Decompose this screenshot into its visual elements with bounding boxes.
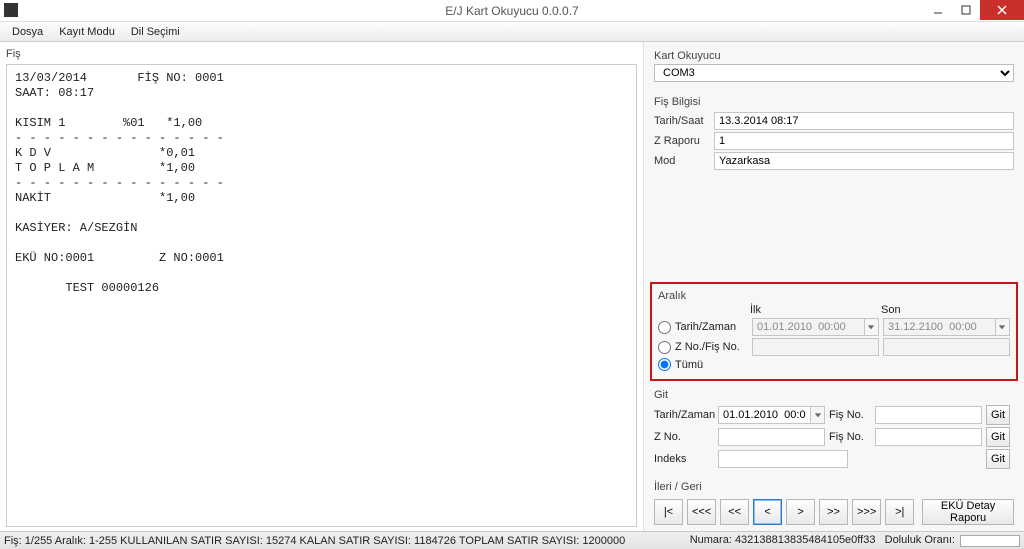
- menu-file[interactable]: Dosya: [4, 24, 51, 40]
- fis-bilgisi-title: Fiş Bilgisi: [654, 94, 1014, 110]
- fis-bilgisi-group: Fiş Bilgisi Tarih/Saat Z Raporu Mod: [650, 92, 1018, 178]
- status-fill-label: Doluluk Oranı:: [885, 534, 955, 546]
- git-fisno-field-2[interactable]: [875, 428, 982, 446]
- nav-fwd3-button[interactable]: >>>: [852, 499, 881, 525]
- status-fill-bar: [960, 535, 1020, 547]
- aralik-radio-all[interactable]: Tümü: [658, 358, 748, 371]
- fis-zreport-label: Z Raporu: [654, 135, 714, 147]
- fis-mode-label: Mod: [654, 155, 714, 167]
- git-fisno-label-1: Fiş No.: [829, 409, 871, 421]
- menubar: Dosya Kayıt Modu Dil Seçimi: [0, 22, 1024, 42]
- status-number-label: Numara:: [690, 534, 732, 546]
- menu-language[interactable]: Dil Seçimi: [123, 24, 188, 40]
- git-group: Git Tarih/Zaman Fiş No. Git Z No. Fiş No…: [650, 385, 1018, 473]
- receipt-section-title: Fiş: [6, 46, 637, 62]
- fis-datetime-label: Tarih/Saat: [654, 115, 714, 127]
- status-left: Fiş: 1/255 Aralık: 1-255 KULLANILAN SATI…: [4, 535, 690, 547]
- aralik-first-datetime: [752, 318, 865, 336]
- aralik-zfis-first: [752, 338, 879, 356]
- aralik-zfis-last: [883, 338, 1010, 356]
- window-controls: [924, 0, 1024, 20]
- app-icon: [4, 3, 18, 17]
- fis-zreport-field[interactable]: [714, 132, 1014, 150]
- git-datetime-dropdown-icon[interactable]: [811, 406, 825, 424]
- git-zno-field[interactable]: [718, 428, 825, 446]
- reader-group: Kart Okuyucu COM3: [650, 46, 1018, 88]
- aralik-radio-zfis-input[interactable]: [658, 341, 671, 354]
- aralik-last-datetime: [883, 318, 996, 336]
- menu-record-mode[interactable]: Kayıt Modu: [51, 24, 123, 40]
- main-content: Fiş 13/03/2014 FİŞ NO: 0001 SAAT: 08:17 …: [0, 42, 1024, 531]
- aralik-radio-zfis[interactable]: Z No./Fiş No.: [658, 341, 748, 354]
- reader-port-select[interactable]: COM3: [654, 64, 1014, 82]
- aralik-last-dt-dropdown-icon[interactable]: [996, 318, 1010, 336]
- aralik-group: Aralık İlk Son Tarih/Zaman: [650, 282, 1018, 381]
- git-datetime-field[interactable]: [718, 406, 811, 424]
- fis-datetime-field[interactable]: [714, 112, 1014, 130]
- git-zno-label: Z No.: [654, 431, 714, 443]
- reader-group-title: Kart Okuyucu: [654, 48, 1014, 64]
- status-right: Numara: 432138813835484105e0ff33 Doluluk…: [690, 534, 1020, 546]
- git-fisno-field-1[interactable]: [875, 406, 982, 424]
- window-title: E/J Kart Okuyucu 0.0.0.7: [445, 4, 578, 18]
- nav-back1-button[interactable]: <: [753, 499, 782, 525]
- fis-mode-field[interactable]: [714, 152, 1014, 170]
- aralik-radio-all-input[interactable]: [658, 358, 671, 371]
- maximize-button[interactable]: [952, 0, 980, 20]
- nav-group: İleri / Geri |< <<< << < > >> >>> >| EKÜ…: [650, 477, 1018, 527]
- nav-back3-button[interactable]: <<<: [687, 499, 716, 525]
- receipt-text: 13/03/2014 FİŞ NO: 0001 SAAT: 08:17 KISI…: [6, 64, 637, 527]
- aralik-header-first: İlk: [748, 304, 879, 316]
- aralik-header-row: İlk Son: [658, 304, 1010, 316]
- nav-last-button[interactable]: >|: [885, 499, 914, 525]
- minimize-button[interactable]: [924, 0, 952, 20]
- titlebar: E/J Kart Okuyucu 0.0.0.7: [0, 0, 1024, 22]
- git-title: Git: [654, 387, 1014, 403]
- nav-title: İleri / Geri: [654, 479, 1014, 495]
- git-go-button-3[interactable]: Git: [986, 449, 1010, 469]
- git-go-button-2[interactable]: Git: [986, 427, 1010, 447]
- status-bar: Fiş: 1/255 Aralık: 1-255 KULLANILAN SATI…: [0, 531, 1024, 549]
- detail-report-button[interactable]: EKÜ Detay Raporu: [922, 499, 1014, 525]
- close-button[interactable]: [980, 0, 1024, 20]
- git-fisno-label-2: Fiş No.: [829, 431, 871, 443]
- nav-first-button[interactable]: |<: [654, 499, 683, 525]
- aralik-radio-datetime-input[interactable]: [658, 321, 671, 334]
- git-indeks-field[interactable]: [718, 450, 848, 468]
- git-go-button-1[interactable]: Git: [986, 405, 1010, 425]
- status-number: 432138813835484105e0ff33: [735, 534, 876, 546]
- aralik-radio-datetime[interactable]: Tarih/Zaman: [658, 321, 748, 334]
- nav-back2-button[interactable]: <<: [720, 499, 749, 525]
- aralik-header-last: Son: [879, 304, 1010, 316]
- aralik-first-dt-dropdown-icon[interactable]: [865, 318, 879, 336]
- nav-fwd2-button[interactable]: >>: [819, 499, 848, 525]
- git-indeks-label: Indeks: [654, 453, 714, 465]
- nav-fwd1-button[interactable]: >: [786, 499, 815, 525]
- side-panel: Kart Okuyucu COM3 Fiş Bilgisi Tarih/Saat…: [644, 42, 1024, 531]
- git-datetime-label: Tarih/Zaman: [654, 409, 714, 421]
- receipt-panel: Fiş 13/03/2014 FİŞ NO: 0001 SAAT: 08:17 …: [0, 42, 644, 531]
- aralik-title: Aralık: [658, 288, 1010, 304]
